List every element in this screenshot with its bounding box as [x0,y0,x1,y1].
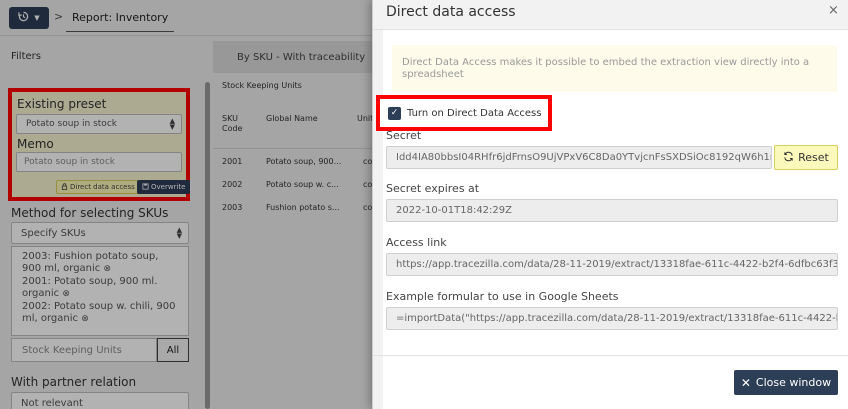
access-link-label: Access link [386,236,447,249]
formula-field[interactable]: =importData("https://app.tracezilla.com/… [386,307,838,330]
dda-toggle-highlight: ✓ Turn on Direct Data Access [376,95,552,131]
formula-value: =importData("https://app.tracezilla.com/… [396,313,838,324]
modal-title: Direct data access [386,4,516,20]
reset-button-label: Reset [798,151,829,164]
dda-checkbox[interactable]: ✓ [388,106,401,120]
formula-label: Example formular to use in Google Sheets [386,290,619,303]
refresh-icon [783,151,794,165]
modal-header: Direct data access × [373,0,848,30]
modal-left-gutter [373,30,383,409]
check-icon: ✓ [390,107,399,118]
close-icon: ✕ [740,375,751,390]
secret-value: Idd4IA80bbsI04RHfr6jdFrnsO9UjVPxV6C8Da0Y… [396,152,772,163]
direct-data-access-modal: Direct data access × Direct Data Access … [372,0,848,409]
dda-checkbox-label[interactable]: Turn on Direct Data Access [407,108,541,119]
secret-expires-label: Secret expires at [386,182,480,195]
secret-expires-value: 2022-10-01T18:42:29Z [396,205,512,216]
close-icon[interactable]: × [828,3,839,18]
access-link-value: https://app.tracezilla.com/data/28-11-20… [396,259,838,270]
secret-field[interactable]: Idd4IA80bbsI04RHfr6jdFrnsO9UjVPxV6C8Da0Y… [386,146,772,169]
close-window-button[interactable]: ✕ Close window [734,370,838,395]
access-link-field[interactable]: https://app.tracezilla.com/data/28-11-20… [386,253,838,276]
modal-footer-divider [373,355,848,356]
secret-expires-field[interactable]: 2022-10-01T18:42:29Z [386,199,838,222]
reset-secret-button[interactable]: Reset [774,145,838,170]
info-message: Direct Data Access makes it possible to … [392,45,837,92]
close-window-button-label: Close window [755,376,832,389]
secret-label: Secret [386,129,422,142]
